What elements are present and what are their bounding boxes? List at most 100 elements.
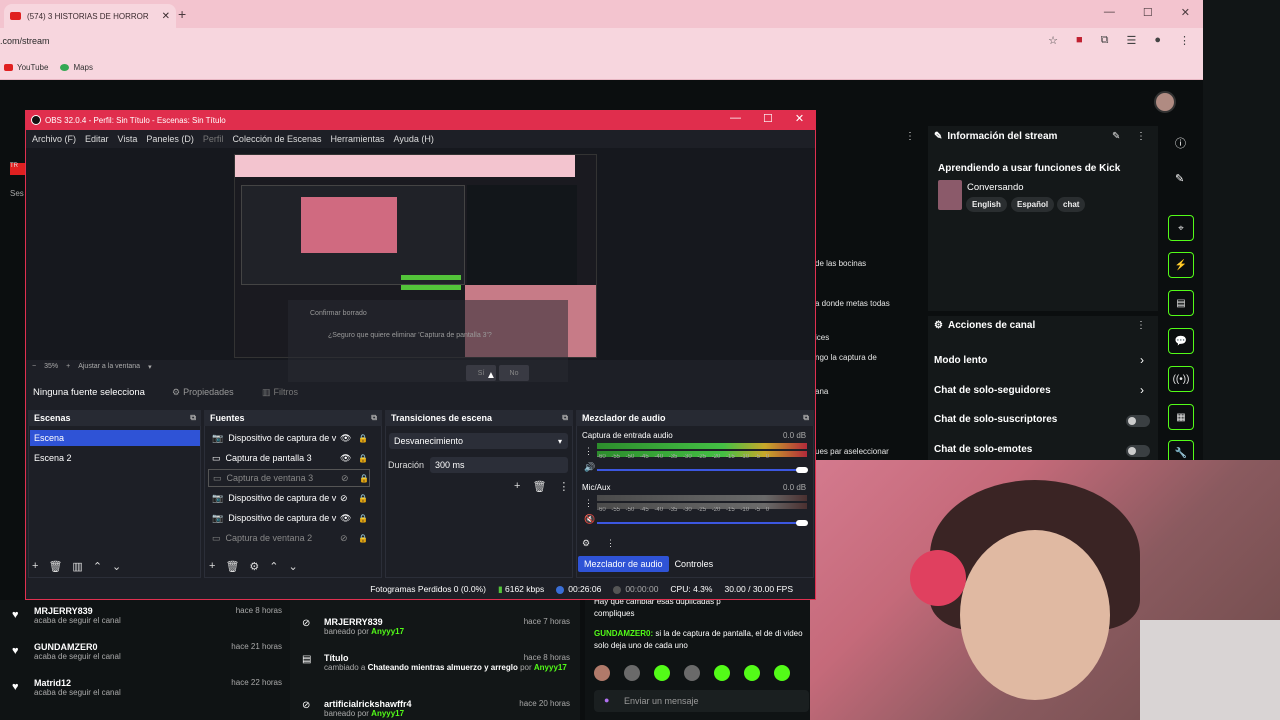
bookmark-star-icon[interactable]: ☆ xyxy=(1048,34,1058,47)
broadcast-icon[interactable]: ((•)) xyxy=(1168,366,1194,392)
gear-icon[interactable]: ⚙ xyxy=(249,560,259,573)
trash-icon[interactable]: 🗑 xyxy=(48,560,62,573)
popout-icon[interactable]: ⧉ xyxy=(803,413,809,423)
source-item[interactable]: 📷 Dispositivo de captura de v 👁 🔒 xyxy=(208,509,370,527)
transition-select[interactable]: Desvanecimiento ▾ xyxy=(389,433,568,449)
close-icon[interactable]: ✕ xyxy=(795,112,804,125)
eye-icon[interactable]: 👁 xyxy=(340,453,351,464)
eye-icon[interactable]: 👁 xyxy=(340,433,351,444)
menu-herramientas[interactable]: Herramientas xyxy=(331,134,385,144)
dialog-no-button[interactable]: No xyxy=(499,365,529,381)
followers-only-item[interactable]: Chat de solo-seguidores xyxy=(934,385,1051,396)
maximize-icon[interactable]: ☐ xyxy=(1143,6,1153,19)
tag-espanol[interactable]: Español xyxy=(1011,197,1055,212)
volume-slider[interactable] xyxy=(597,469,802,471)
fit-window[interactable]: Ajustar a la ventana xyxy=(78,363,140,371)
more-icon[interactable]: ⋮ xyxy=(905,131,915,142)
log-moderator[interactable]: Anyyy17 xyxy=(371,627,404,636)
subs-only-item[interactable]: Chat de solo-suscriptores xyxy=(934,414,1057,425)
trash-icon[interactable]: 🗑 xyxy=(532,480,546,493)
eye-hidden-icon[interactable]: ⊘ xyxy=(341,473,349,484)
zoom-out-icon[interactable]: − xyxy=(32,363,36,371)
lightning-icon[interactable]: ⚡ xyxy=(1168,252,1194,278)
chat-username[interactable]: GUNDAMZER0: xyxy=(594,629,653,638)
eye-hidden-icon[interactable]: ⊘ xyxy=(340,533,348,544)
browser-tab[interactable]: (574) 3 HISTORIAS DE HORROR ✕ xyxy=(4,4,176,28)
emote-icon[interactable] xyxy=(654,665,670,681)
lock-icon[interactable]: 🔒 xyxy=(359,474,369,483)
popout-icon[interactable]: ⧉ xyxy=(190,413,196,423)
add-icon[interactable]: + xyxy=(209,560,215,573)
chat-bubble-icon[interactable]: 💬 xyxy=(1168,328,1194,354)
info-icon[interactable]: ⓘ xyxy=(1175,135,1186,151)
add-icon[interactable]: + xyxy=(514,480,520,493)
edit-stream-icon[interactable]: ✎ xyxy=(1112,131,1120,142)
slow-mode-item[interactable]: Modo lento xyxy=(934,355,987,366)
speaker-icon[interactable]: 🔊 xyxy=(584,462,595,473)
stream-category[interactable]: Conversando xyxy=(967,182,1024,193)
close-tab-icon[interactable]: ✕ xyxy=(162,11,170,22)
emotes-only-item[interactable]: Chat de solo-emotes xyxy=(934,444,1032,455)
lock-icon[interactable]: 🔒 xyxy=(358,454,368,463)
source-item[interactable]: ▭ Captura de ventana 2 ⊘ 🔒 xyxy=(208,529,370,547)
bookmark-maps[interactable]: Maps xyxy=(60,63,93,72)
arrow-down-icon[interactable]: ⌄ xyxy=(112,560,121,573)
volume-knob[interactable] xyxy=(796,520,808,526)
menu-icon[interactable]: ⋮ xyxy=(1179,34,1190,47)
arrow-up-icon[interactable]: ⌃ xyxy=(269,560,278,573)
tag-chat[interactable]: chat xyxy=(1057,197,1086,212)
subs-only-toggle[interactable] xyxy=(1126,415,1150,427)
speaker-muted-icon[interactable]: 🔇 xyxy=(584,514,595,525)
add-icon[interactable]: + xyxy=(32,560,38,573)
tag-english[interactable]: English xyxy=(966,197,1007,212)
source-item[interactable]: 📷 Dispositivo de captura de v ⊘ 🔒 xyxy=(208,489,370,507)
edit-icon[interactable]: ✎ xyxy=(1175,172,1184,185)
more-icon[interactable]: ⋮ xyxy=(584,498,593,509)
menu-ayuda[interactable]: Ayuda (H) xyxy=(394,134,434,144)
emote-icon[interactable] xyxy=(594,665,610,681)
avatar[interactable] xyxy=(1154,91,1176,113)
log-moderator[interactable]: Anyyy17 xyxy=(534,663,567,672)
bookmark-youtube[interactable]: YouTube xyxy=(4,63,48,72)
menu-paneles[interactable]: Paneles (D) xyxy=(146,134,194,144)
trash-icon[interactable]: 🗑 xyxy=(225,560,239,573)
new-tab-button[interactable]: + xyxy=(178,6,186,22)
more-icon[interactable]: ⋮ xyxy=(606,538,615,549)
properties-button[interactable]: ⚙ Propiedades xyxy=(172,384,244,400)
popout-icon[interactable]: ⧉ xyxy=(562,413,568,423)
menu-perfil[interactable]: Perfil xyxy=(203,134,224,144)
chat-input[interactable]: Enviar un mensaje xyxy=(594,690,809,712)
scene-item[interactable]: Escena xyxy=(30,430,200,446)
tab-controls[interactable]: Controles xyxy=(669,556,720,572)
volume-slider[interactable] xyxy=(597,522,802,524)
lock-icon[interactable]: 🔒 xyxy=(358,494,368,503)
layout-icon[interactable]: ▦ xyxy=(1168,404,1194,430)
arrow-up-icon[interactable]: ⌃ xyxy=(93,560,102,573)
log-moderator[interactable]: Anyyy17 xyxy=(371,709,404,718)
duration-input[interactable]: 300 ms xyxy=(430,457,568,473)
volume-knob[interactable] xyxy=(796,467,808,473)
url-field[interactable]: .com/stream xyxy=(0,36,50,46)
menu-editar[interactable]: Editar xyxy=(85,134,109,144)
popout-icon[interactable]: ⧉ xyxy=(371,413,377,423)
chevron-right-icon[interactable]: › xyxy=(1140,383,1144,397)
minimize-icon[interactable]: — xyxy=(1104,6,1115,19)
source-item[interactable]: 📷 Dispositivo de captura de v 👁 🔒 xyxy=(208,429,370,447)
arrow-down-icon[interactable]: ⌄ xyxy=(289,560,298,573)
lock-icon[interactable]: 🔒 xyxy=(358,534,368,543)
mic-icon[interactable]: ● xyxy=(604,695,609,705)
more-icon[interactable]: ⋮ xyxy=(558,480,569,493)
menu-coleccion[interactable]: Colección de Escenas xyxy=(232,134,321,144)
eye-hidden-icon[interactable]: ⊘ xyxy=(340,493,348,504)
emote-icon[interactable] xyxy=(684,665,700,681)
emote-icon[interactable] xyxy=(744,665,760,681)
chevron-right-icon[interactable]: › xyxy=(1140,353,1144,367)
focus-icon[interactable]: ⌖ xyxy=(1168,215,1194,241)
source-item[interactable]: ▭ Captura de ventana 3 ⊘ 🔒 xyxy=(208,469,370,487)
close-window-icon[interactable]: ✕ xyxy=(1181,6,1190,19)
tab-mixer[interactable]: Mezclador de audio xyxy=(578,556,669,572)
emote-icon[interactable] xyxy=(714,665,730,681)
menu-vista[interactable]: Vista xyxy=(118,134,138,144)
maximize-icon[interactable]: ☐ xyxy=(763,112,773,125)
emote-icon[interactable] xyxy=(624,665,640,681)
